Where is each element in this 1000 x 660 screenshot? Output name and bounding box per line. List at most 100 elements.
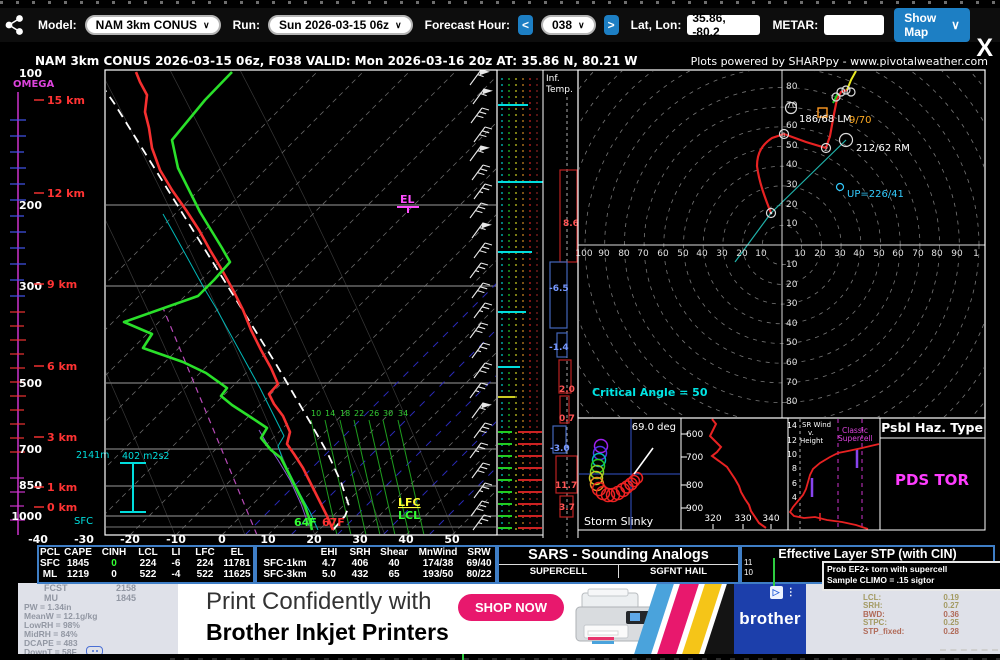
ring-label: 70 [637,249,649,259]
thetae-pressure-label: 900 [686,504,703,514]
sars-supercell-column[interactable]: SUPERCELL [499,565,618,578]
sfc-label: SFC [74,516,93,527]
up-vector-label: UP=226/41 [847,189,904,200]
ring-label: 60 [786,121,798,131]
attribution: Plots powered by SHARPpy - www.pivotalwe… [691,55,988,68]
sars-hail-column[interactable]: SGFNT HAIL [618,565,738,578]
brother-logo: brother ▷ ⋮ [734,583,806,654]
ghost-value: 1845 [116,594,136,604]
ring-label: 20 [786,280,798,290]
cell: 522 [189,569,221,580]
critical-angle-label: Critical Angle = 50 [592,386,708,399]
ring-label: 40 [853,249,865,259]
pressure-label: 200 [19,199,42,212]
ring-label: 40 [696,249,708,259]
mixing-label: 22 [354,409,364,418]
cell: 40 [375,558,413,569]
omega-label: OMEGA [13,79,54,90]
cell: -6 [163,558,189,569]
cell: SFC [39,558,61,569]
ring-label: 50 [786,141,798,151]
bottom-bar [0,654,1000,660]
pressure-label: 850 [19,479,42,492]
cell: 174/38 [413,558,463,569]
ring-label: 80 [786,397,798,407]
marker-1: 1 [782,131,786,139]
col-header [257,547,313,558]
col-header: EHI [313,547,345,558]
thetae-x-label: 330 [734,514,751,524]
table-row: SFC-3km 5.0 432 65 193/50 80/22 [257,569,495,580]
kinematic-table: EHI SRH Shear MnWind SRW SFC-1km 4.7 406… [255,545,497,584]
cell: ML [39,569,61,580]
inf-temp-value: -3.0 [550,444,570,454]
srw-height-label: 6 [792,479,797,488]
srw-title: v. [808,429,814,437]
ring-label: 40 [786,160,798,170]
col-header: MnWind [413,547,463,558]
height-label: 12 km [47,187,85,200]
cell: 406 [345,558,375,569]
thetae-x-label: 340 [762,514,779,524]
ring-label: 40 [786,319,798,329]
ring-label: 80 [931,249,943,259]
cell: 69/40 [463,558,495,569]
shop-now-button[interactable]: SHOP NOW [458,594,564,621]
height-label: 6 km [47,360,77,373]
cell: 80/22 [463,569,495,580]
cell: -4 [163,569,189,580]
mixing-label: 34 [398,409,408,418]
cell: SFC-3km [257,569,313,580]
el-label: EL [400,193,415,206]
ring-label: 20 [814,249,826,259]
inferred-temp-advection: Inf. Temp. 8.6 -6.5 -1.4 2.0 0.7 -3.0 [543,70,579,540]
ring-label: 20 [736,249,748,259]
col-header: Shear [375,547,413,558]
ring-label: 90 [598,249,610,259]
ad-creative[interactable]: Print Confidently with SHOP NOW Brother … [178,583,806,654]
cell: 1845 [61,558,95,569]
table-header-row: PCL CAPE CINH LCL LI LFC EL [39,547,253,558]
ring-label: 30 [786,180,798,190]
pressure-label: 500 [19,377,42,390]
cell: 1219 [61,569,95,580]
cell: 193/50 [413,569,463,580]
col-header: CINH [95,547,133,558]
mixing-label: 26 [369,409,379,418]
cell: 0 [95,569,133,580]
pressure-label: 300 [19,280,42,293]
stp-tooltip-line: Prob EF2+ torn with supercell [827,564,999,575]
hodograph: 1 2 80 70 60 50 40 30 20 10 10 20 30 40 … [506,0,1000,521]
inf-temp-value: 3.7 [559,503,575,513]
pressure-label: 1000 [11,510,42,523]
close-button[interactable]: X [976,36,993,60]
stp-tooltip: Prob EF2+ torn with supercell Sample CLI… [822,561,1000,591]
sfc-temp-label: 67F [322,516,345,529]
cell: 432 [345,569,375,580]
ad-headline: Print Confidently with [206,588,431,616]
mixing-label: 18 [340,409,350,418]
ad-info-icon[interactable] [86,646,103,654]
mean-wind-label: 9/70 [849,115,871,126]
ring-label: 10 [786,260,798,270]
adchoices-icon[interactable]: ▷ ⋮ [770,586,796,599]
table-row: SFC-1km 4.7 406 40 174/38 69/40 [257,558,495,569]
cell: 5.0 [313,569,345,580]
stp-title: Effective Layer STP (with CIN) [742,547,993,561]
table-row: SFC 1845 0 224 -6 224 11781 [39,558,253,569]
mixing-label: 14 [325,409,335,418]
col-header: CAPE [61,547,95,558]
col-header: PCL [39,547,61,558]
ring-label: 70 [912,249,924,259]
thermodynamic-table: PCL CAPE CINH LCL LI LFC EL SFC 1845 0 2… [37,545,255,584]
ring-label: 60 [786,358,798,368]
right-mover-label: 212/62 RM [856,143,910,154]
stp-stats-ghost: CAPE:0.15 LCL:0.19 SRH:0.27 BWD:0.36 STP… [863,585,959,637]
thetae-pressure-label: 700 [686,453,703,463]
ring-label: 10 [755,249,767,259]
ring-label: 60 [892,249,904,259]
classic-supercell-label: Supercell [838,434,873,443]
ring-label: 50 [786,338,798,348]
ring-label: 80 [786,82,798,92]
srw-height-label: 8 [792,464,797,473]
